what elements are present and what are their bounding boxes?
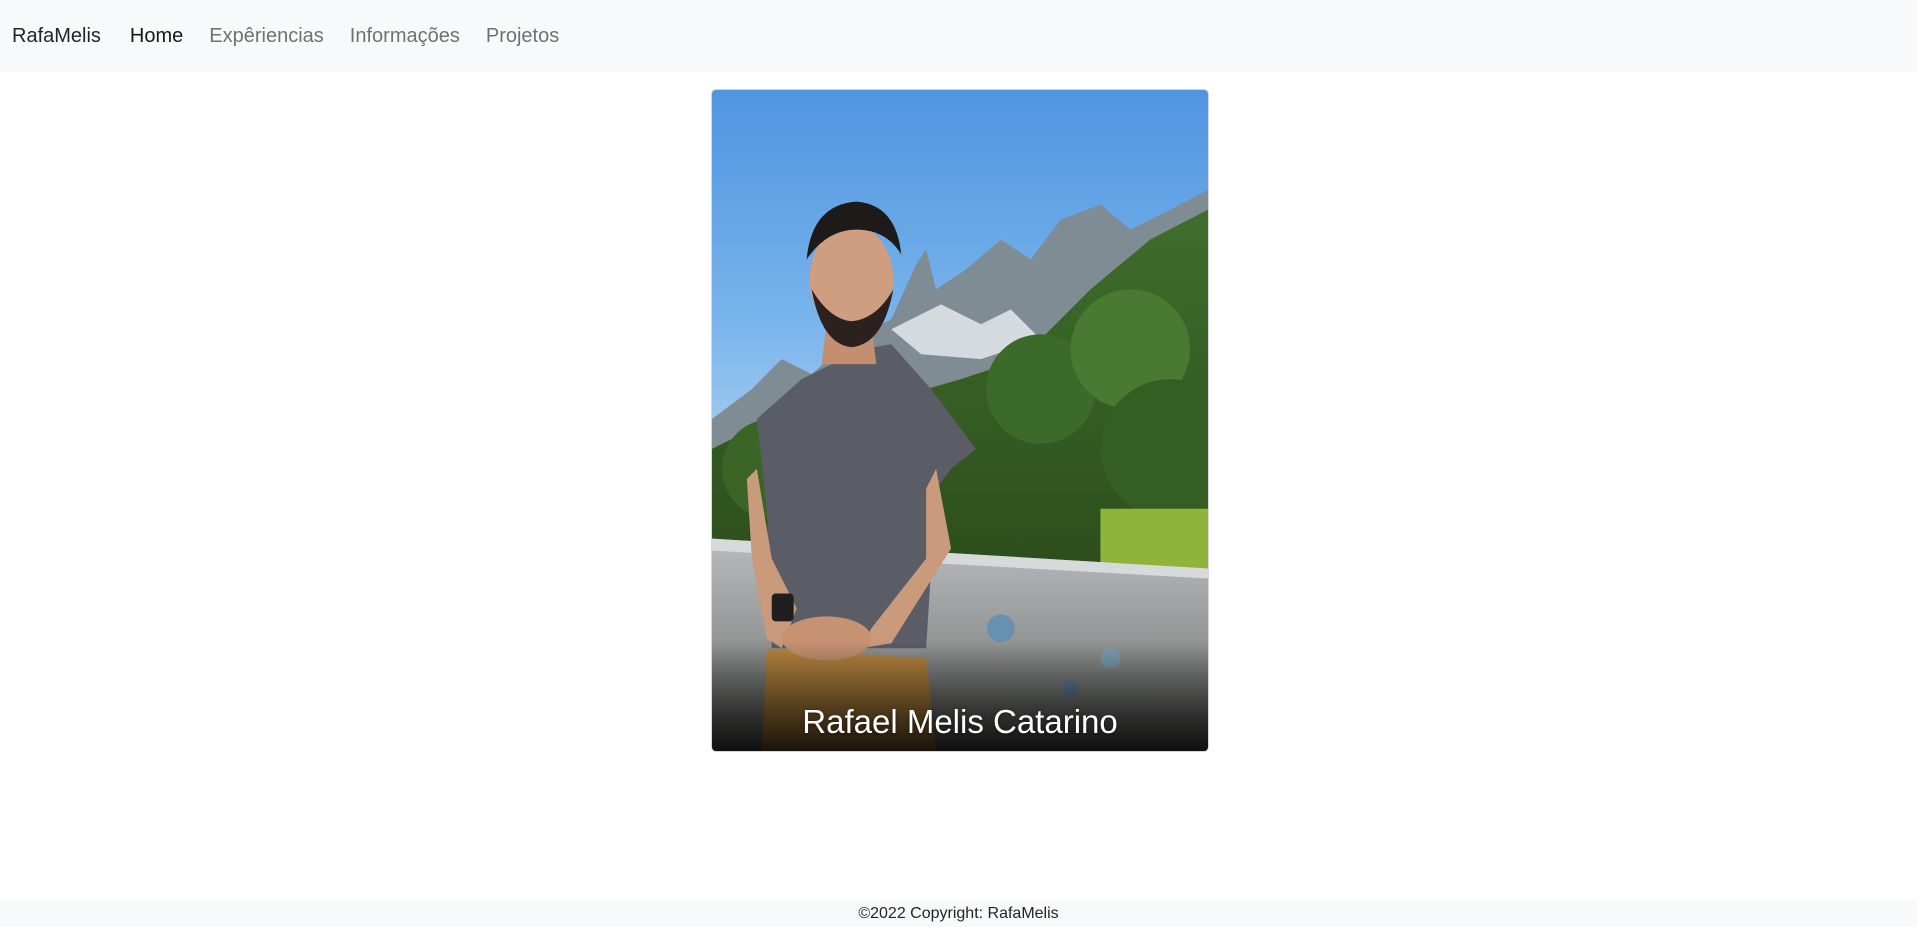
card-caption: Rafael Melis Catarino	[712, 641, 1208, 751]
nav-link-experiencias[interactable]: Expêriencias	[209, 25, 324, 48]
nav-link-home[interactable]: Home	[130, 25, 183, 48]
brand-link[interactable]: RafaMelis	[12, 25, 101, 48]
profile-name: Rafael Melis Catarino	[802, 703, 1118, 740]
copyright-text: ©2022 Copyright: RafaMelis	[858, 904, 1059, 922]
page-footer: ©2022 Copyright: RafaMelis	[0, 900, 1917, 927]
top-navbar: RafaMelis Home Expêriencias Informações …	[0, 0, 1917, 72]
profile-card: Rafael Melis Catarino	[711, 89, 1209, 752]
nav-links: Home Expêriencias Informações Projetos	[130, 25, 585, 48]
nav-link-projetos[interactable]: Projetos	[486, 25, 559, 48]
nav-link-informacoes[interactable]: Informações	[350, 25, 460, 48]
